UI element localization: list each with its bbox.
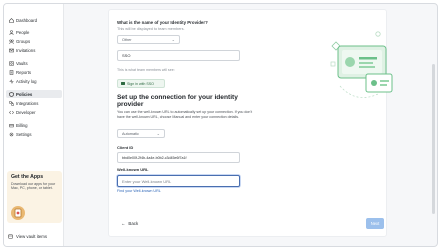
- sidebar-item-label: Billing: [16, 122, 28, 128]
- activity-icon: [9, 78, 14, 84]
- sso-illustration: [326, 24, 406, 109]
- vault-items-icon: [8, 234, 13, 239]
- mail-icon: [9, 48, 14, 53]
- sidebar-item-groups[interactable]: Groups: [6, 37, 62, 45]
- client-id-label: Client ID: [117, 145, 134, 150]
- client-id-value: bbd0e00f-2f4b-4a4e-b0b2-c3d45e6f7a1f: [122, 155, 187, 160]
- gear-icon: [9, 132, 14, 137]
- well-known-url-input[interactable]: Enter your Well-known URL: [117, 175, 240, 187]
- sidebar-item-invitations[interactable]: Invitations: [6, 46, 62, 54]
- sidebar-item-vaults[interactable]: Vaults: [6, 59, 62, 67]
- well-known-url-placeholder: Enter your Well-known URL: [122, 178, 172, 184]
- sidebar-item-dashboard[interactable]: Dashboard: [6, 16, 62, 24]
- chevron-down-icon: ⌄: [171, 37, 175, 42]
- preview-help: This is what team members will see:: [117, 68, 175, 72]
- get-apps-promo[interactable]: Get the Apps Download our apps for your …: [7, 171, 62, 223]
- sidebar-item-label: Dashboard: [16, 17, 38, 23]
- provider-help: This will be displayed to team members.: [117, 27, 185, 31]
- person-icon: [9, 29, 14, 35]
- sidebar-item-reports[interactable]: Reports: [6, 68, 62, 76]
- sidebar-item-label: Reports: [16, 69, 32, 75]
- app-window: Dashboard People Groups Invitations Vaul…: [3, 3, 438, 247]
- provider-select-value: Other: [122, 37, 132, 42]
- next-label: Next: [370, 221, 380, 226]
- next-button[interactable]: Next: [366, 218, 384, 229]
- promo-title: Get the Apps: [11, 174, 44, 180]
- policies-icon: [9, 91, 14, 97]
- provider-select[interactable]: Other ⌄: [117, 35, 180, 44]
- sign-in-with-sso-preview: Sign in with SSO: [117, 79, 165, 88]
- view-vault-items-label: View vault items: [16, 234, 47, 239]
- billing-icon: [9, 123, 14, 128]
- chevron-down-icon: ⌄: [156, 131, 160, 136]
- provider-name-input[interactable]: SSO: [117, 50, 240, 61]
- sidebar-item-people[interactable]: People: [6, 28, 62, 36]
- sidebar-item-activity-log[interactable]: Activity log: [6, 77, 62, 85]
- section-title: Set up the connection for your identity …: [117, 94, 238, 109]
- connection-mode-value: Automatic: [122, 131, 139, 136]
- integrations-icon: [9, 100, 14, 106]
- sso-icon: [121, 82, 125, 85]
- view-vault-items-link[interactable]: View vault items: [8, 234, 47, 239]
- scrollbar[interactable]: [432, 64, 435, 214]
- section-description: You can use the well-known URL to automa…: [117, 110, 253, 119]
- arrow-left-icon: ←: [121, 221, 126, 226]
- provider-question: What is the name of your Identity Provid…: [117, 20, 208, 25]
- apps-illustration-icon: [11, 206, 25, 220]
- promo-text: Download our apps for your Mac, PC, phon…: [11, 182, 56, 191]
- developer-icon: [9, 110, 14, 115]
- sidebar-item-label: Groups: [16, 38, 31, 44]
- back-button[interactable]: ← Back: [121, 221, 138, 226]
- vault-icon: [9, 60, 14, 66]
- sidebar-item-label: Vaults: [16, 60, 28, 66]
- groups-icon: [9, 39, 14, 44]
- client-id-input[interactable]: bbd0e00f-2f4b-4a4e-b0b2-c3d45e6f7a1f: [117, 152, 240, 163]
- find-well-known-url-link[interactable]: Find your Well-known URL: [117, 189, 161, 193]
- sidebar-item-label: Developer: [16, 109, 36, 115]
- sidebar-item-label: Activity log: [16, 78, 37, 84]
- provider-name-value: SSO: [122, 53, 131, 58]
- sidebar-item-label: Policies: [16, 91, 33, 97]
- sidebar-item-policies[interactable]: Policies: [6, 90, 62, 98]
- reports-icon: [9, 69, 14, 75]
- sidebar-item-settings[interactable]: Settings: [6, 130, 62, 138]
- back-label: Back: [128, 221, 139, 226]
- sidebar: Dashboard People Groups Invitations Vaul…: [4, 4, 64, 246]
- sso-button-label: Sign in with SSO: [127, 81, 154, 86]
- sidebar-item-label: Invitations: [16, 47, 36, 53]
- sidebar-item-billing[interactable]: Billing: [6, 121, 62, 129]
- connection-mode-select[interactable]: Automatic ⌄: [117, 129, 165, 138]
- sidebar-item-label: Integrations: [16, 100, 39, 106]
- well-known-url-label: Well-known URL: [117, 167, 149, 172]
- sidebar-item-developer[interactable]: Developer: [6, 108, 62, 116]
- sidebar-item-label: Settings: [16, 131, 32, 137]
- sidebar-item-label: People: [16, 29, 30, 35]
- home-icon: [9, 17, 14, 23]
- sidebar-item-integrations[interactable]: Integrations: [6, 99, 62, 107]
